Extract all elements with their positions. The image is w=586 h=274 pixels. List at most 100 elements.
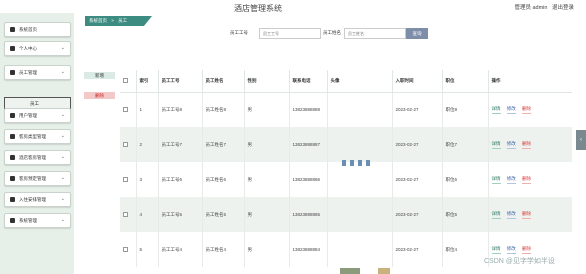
chevron-down-icon: ⌄ [60,133,65,139]
cell-position: 职位6 [442,162,489,197]
cell-staff-name: 员工姓名5 [202,197,245,232]
sidebar-item-label: 个人中心 [19,46,37,51]
cell-operations: 详情 修改 删除 [488,92,572,127]
cell-hire-date: 2023-02-27 [392,162,443,197]
cell-staff-id: 员工工号4 [158,232,203,267]
row-checkbox[interactable] [120,197,137,232]
sidebar-item-label: 用户管理 [19,113,37,118]
select-all-checkbox[interactable] [120,70,137,93]
sidebar-item-checkin[interactable]: 入住安排管理 ⌄ [4,192,71,207]
row-checkbox[interactable] [120,232,137,267]
image-thumbnail [340,268,360,274]
cell-position: 职位4 [442,232,489,267]
sidebar-item-label: 客房预定管理 [19,176,46,181]
chevron-down-icon: ⌄ [60,112,65,118]
table-row: 3 员工工号6 员工姓名6 男 13823888886 2023-02-27 职… [120,162,572,197]
cell-position: 职位8 [442,92,489,127]
cell-operations: 详情 修改 删除 [488,197,572,232]
sidebar-item-label: 系统首页 [19,27,37,32]
cell-index: 2 [136,127,159,162]
row-delete-button[interactable]: 删除 [522,175,532,184]
sidebar-item-room-types[interactable]: 客房类型管理 ⌄ [4,129,71,144]
cell-avatar [327,127,393,162]
sidebar-item-bookings[interactable]: 客房预定管理 ⌄ [4,171,71,186]
breadcrumb-home[interactable]: 系统首页 [89,18,107,23]
sidebar-item-system[interactable]: 系统管理 ⌄ [4,213,71,228]
user-info: 管理员 admin 退出登录 [511,3,574,11]
cell-gender: 男 [244,197,290,232]
staff-id-input[interactable] [259,28,321,39]
edit-button[interactable]: 修改 [506,175,516,184]
grid-icon [10,155,15,160]
breadcrumb: 系统首页 > 员工 [85,16,152,26]
cell-phone: 13823888888 [289,92,328,127]
cell-staff-id: 员工工号8 [158,92,203,127]
cell-staff-name: 员工姓名4 [202,232,245,267]
side-scroll-handle[interactable]: ‹ [576,130,586,150]
add-button[interactable]: 新增 [84,72,115,79]
staff-name-input[interactable] [344,28,406,39]
table-row: 1 员工工号8 员工姓名8 男 13823888888 2023-02-27 职… [120,92,572,127]
cell-gender: 男 [244,127,290,162]
edit-button[interactable]: 修改 [506,210,516,219]
cell-position: 职位7 [442,127,489,162]
cell-staff-name: 员工姓名8 [202,92,245,127]
detail-button[interactable]: 详情 [491,210,501,219]
column-header: 索引 [136,70,159,93]
grid-icon [10,70,15,75]
column-header: 职位 [442,70,489,93]
sidebar-item-users[interactable]: 用户管理 ⌄ [4,108,71,123]
cell-gender: 男 [244,162,290,197]
cell-phone: 13823888887 [289,127,328,162]
sidebar-item-profile[interactable]: 个人中心 ⌄ [4,41,71,56]
edit-button[interactable]: 修改 [506,140,516,149]
row-delete-button[interactable]: 删除 [522,245,532,254]
detail-button[interactable]: 详情 [491,175,501,184]
edit-button[interactable]: 修改 [506,105,516,115]
delete-button[interactable]: 删除 [84,92,115,99]
search-button[interactable]: 查询 [406,28,428,39]
user-icon [10,46,15,51]
sidebar-item-label: 客房类型管理 [19,134,46,139]
column-header: 头像 [327,70,393,93]
staff-table: 索引 员工工号 员工姓名 性别 联系电话 头像 入职时间 职位 操作 1 员工工… [120,70,572,274]
column-header: 员工工号 [158,70,203,93]
sidebar-item-rooms[interactable]: 酒店客房管理 ⌄ [4,150,71,165]
chevron-down-icon: ⌄ [60,217,65,223]
edit-button[interactable]: 修改 [506,245,516,254]
row-checkbox[interactable] [120,162,137,197]
image-thumbnail [378,268,390,274]
watermark: CSDN @见字学如半设 [484,258,555,265]
cell-hire-date: 2023-02-27 [392,232,443,267]
sidebar-item-label: 系统管理 [19,218,37,223]
row-checkbox[interactable] [120,92,137,127]
sidebar-item-staff[interactable]: 员工管理 ⌄ [4,65,71,80]
sidebar-item-label: 入住安排管理 [19,197,46,202]
chevron-down-icon: ⌄ [60,45,65,51]
row-delete-button[interactable]: 删除 [522,105,532,115]
detail-button[interactable]: 详情 [491,245,501,254]
column-header: 入职时间 [392,70,443,93]
grid-icon [10,218,15,223]
cell-staff-name: 员工姓名7 [202,127,245,162]
chevron-down-icon: ⌄ [60,69,65,75]
grid-icon [10,113,15,118]
row-checkbox[interactable] [120,127,137,162]
cell-hire-date: 2023-02-27 [392,92,443,127]
breadcrumb-current: 员工 [118,18,128,23]
logout-link[interactable]: 退出登录 [552,5,574,11]
cell-phone: 13823888886 [289,162,328,197]
cell-index: 3 [136,162,159,197]
breadcrumb-separator: > [111,18,114,23]
detail-button[interactable]: 详情 [491,140,501,149]
cell-phone: 13823888885 [289,197,328,232]
sidebar-item-home[interactable]: 系统首页 [4,22,71,37]
grid-icon [10,176,15,181]
row-delete-button[interactable]: 删除 [522,210,532,219]
detail-button[interactable]: 详情 [491,105,501,115]
cell-hire-date: 2023-02-27 [392,127,443,162]
sidebar-item-label: 员工管理 [19,70,37,75]
row-delete-button[interactable]: 删除 [522,140,532,149]
chevron-down-icon: ⌄ [60,175,65,181]
cell-gender: 男 [244,92,290,127]
